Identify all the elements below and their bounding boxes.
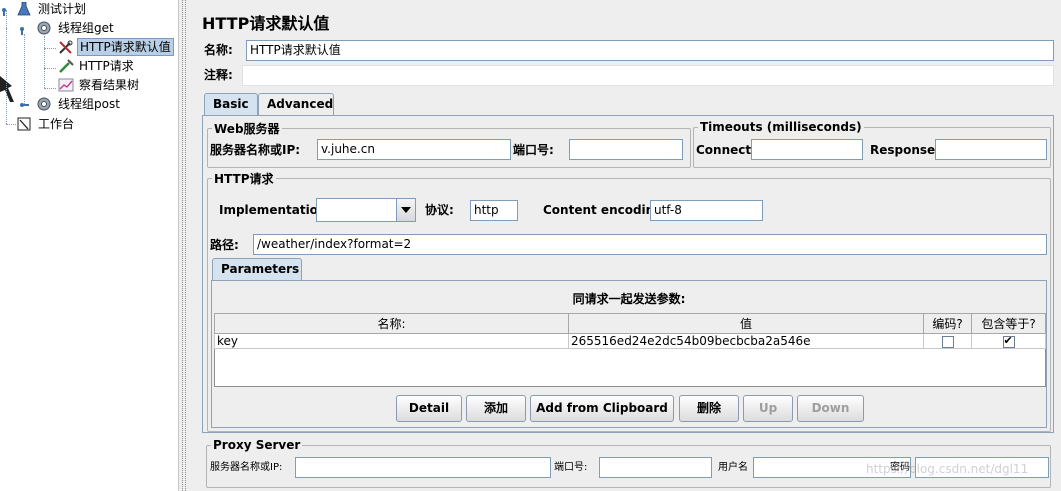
encode-checkbox[interactable] — [941, 335, 954, 348]
name-field[interactable]: HTTP请求默认值 — [246, 40, 1054, 61]
param-value-cell[interactable]: 265516ed24e2dc54b09becbcba2a546e — [568, 333, 924, 349]
delete-button[interactable]: 删除 — [679, 395, 739, 422]
column-header-value[interactable]: 值 — [568, 313, 924, 334]
proxy-port-field[interactable] — [599, 457, 712, 478]
tree-label: HTTP请求默认值 — [77, 38, 174, 56]
tab-basic[interactable]: Basic — [204, 93, 258, 116]
tree-label: HTTP请求 — [79, 59, 134, 73]
basic-tab-content: Web服务器 服务器名称或IP: v.juhe.cn 端口号: Timeouts… — [202, 115, 1054, 433]
add-button[interactable]: 添加 — [466, 395, 526, 422]
tree-label: 线程组post — [58, 97, 120, 111]
gear-icon — [36, 97, 52, 111]
table-header-row: 名称: 值 编码? 包含等于? — [214, 313, 1046, 334]
table-empty-area[interactable] — [215, 349, 1046, 387]
column-header-encode[interactable]: 编码? — [923, 313, 972, 334]
tab-advanced[interactable]: Advanced — [258, 93, 334, 115]
expand-toggle-icon[interactable] — [20, 25, 28, 35]
tree-node-thread-group-post[interactable]: 线程组post — [0, 95, 178, 113]
connect-field[interactable] — [751, 139, 863, 160]
splitter-grip — [182, 0, 183, 491]
timeouts-legend: Timeouts (milliseconds) — [700, 120, 862, 134]
proxy-port-label: 端口号: — [554, 462, 588, 473]
column-header-name[interactable]: 名称: — [214, 313, 569, 334]
tree-label: 工作台 — [38, 117, 75, 131]
table-row[interactable]: key 265516ed24e2dc54b09becbcba2a546e — [214, 333, 1046, 349]
response-field[interactable] — [935, 139, 1047, 160]
path-field[interactable]: /weather/index?format=2 — [253, 234, 1047, 255]
detail-button[interactable]: Detail — [396, 395, 462, 422]
chevron-down-icon[interactable] — [396, 199, 415, 221]
parameters-caption: 同请求一起发送参数: — [572, 292, 686, 306]
tree-node-view-results-tree[interactable]: 察看结果树 — [0, 76, 178, 94]
param-encode-cell — [923, 333, 972, 349]
gear-icon — [36, 21, 52, 35]
tree-node-http-defaults[interactable]: HTTP请求默认值 — [0, 38, 178, 56]
tree-node-test-plan[interactable]: 测试计划 — [0, 0, 178, 18]
protocol-field[interactable]: http — [470, 200, 518, 221]
up-button[interactable]: Up — [743, 395, 793, 422]
expand-toggle-icon[interactable] — [2, 6, 10, 16]
name-label: 名称: — [204, 43, 233, 57]
tree-node-workbench[interactable]: 工作台 — [0, 115, 178, 133]
param-name-cell[interactable]: key — [214, 333, 569, 349]
implementation-label: Implementation: — [219, 203, 332, 217]
server-name-field[interactable]: v.juhe.cn — [317, 139, 511, 160]
config-panel: HTTP请求默认值 名称: HTTP请求默认值 注释: Basic Advanc… — [194, 0, 1061, 491]
port-field[interactable] — [569, 139, 683, 160]
splitter-grip — [185, 0, 186, 491]
flask-icon — [16, 1, 32, 16]
response-label: Response: — [870, 143, 940, 157]
test-plan-tree[interactable]: 测试计划 线程组get HTTP请求默认值 HTTP请求 察看结果树 线程组po… — [0, 0, 178, 491]
comments-label: 注释: — [204, 68, 233, 82]
proxy-server-label: 服务器名称或IP: — [210, 462, 283, 473]
tree-node-thread-group-get[interactable]: 线程组get — [0, 19, 178, 37]
column-header-include-equals[interactable]: 包含等于? — [971, 313, 1046, 334]
tab-parameters[interactable]: Parameters — [212, 258, 302, 281]
panel-splitter[interactable] — [178, 0, 192, 491]
tree-label: 测试计划 — [38, 2, 87, 16]
comments-field[interactable] — [242, 65, 1054, 86]
down-button[interactable]: Down — [797, 395, 864, 422]
include-equals-checkbox[interactable] — [1002, 335, 1015, 348]
web-server-legend: Web服务器 — [214, 122, 280, 136]
port-label: 端口号: — [513, 143, 554, 157]
proxy-server-field[interactable] — [295, 457, 551, 478]
watermark-text: https://blog.csdn.net/dgl11 — [866, 462, 1029, 476]
page-title: HTTP请求默认值 — [202, 14, 330, 33]
proxy-username-label: 用户名 — [718, 462, 748, 473]
protocol-label: 协议: — [425, 203, 454, 217]
http-request-legend: HTTP请求 — [214, 172, 274, 186]
server-name-label: 服务器名称或IP: — [210, 143, 301, 157]
expand-toggle-icon[interactable] — [20, 101, 29, 109]
chart-icon — [58, 78, 74, 92]
connect-label: Connect: — [696, 143, 756, 157]
add-from-clipboard-button[interactable]: Add from Clipboard — [530, 395, 674, 422]
parameters-table[interactable]: 名称: 值 编码? 包含等于? key 265516ed24e2dc54b09b… — [214, 313, 1046, 387]
pipette-icon — [58, 59, 74, 73]
path-label: 路径: — [210, 238, 239, 252]
content-encoding-field[interactable]: utf-8 — [650, 200, 763, 221]
param-include-equals-cell — [971, 333, 1046, 349]
implementation-select[interactable] — [316, 198, 416, 222]
proxy-server-legend: Proxy Server — [213, 438, 301, 452]
tree-label: 线程组get — [58, 21, 114, 35]
workbench-icon — [16, 117, 32, 131]
parameters-tab-content: 同请求一起发送参数: 名称: 值 编码? 包含等于? key 265516ed2… — [211, 280, 1047, 428]
wrench-icon — [58, 40, 74, 54]
content-encoding-label: Content encoding: — [543, 203, 668, 217]
tree-label: 察看结果树 — [79, 78, 140, 92]
tree-node-http-request[interactable]: HTTP请求 — [0, 57, 178, 75]
